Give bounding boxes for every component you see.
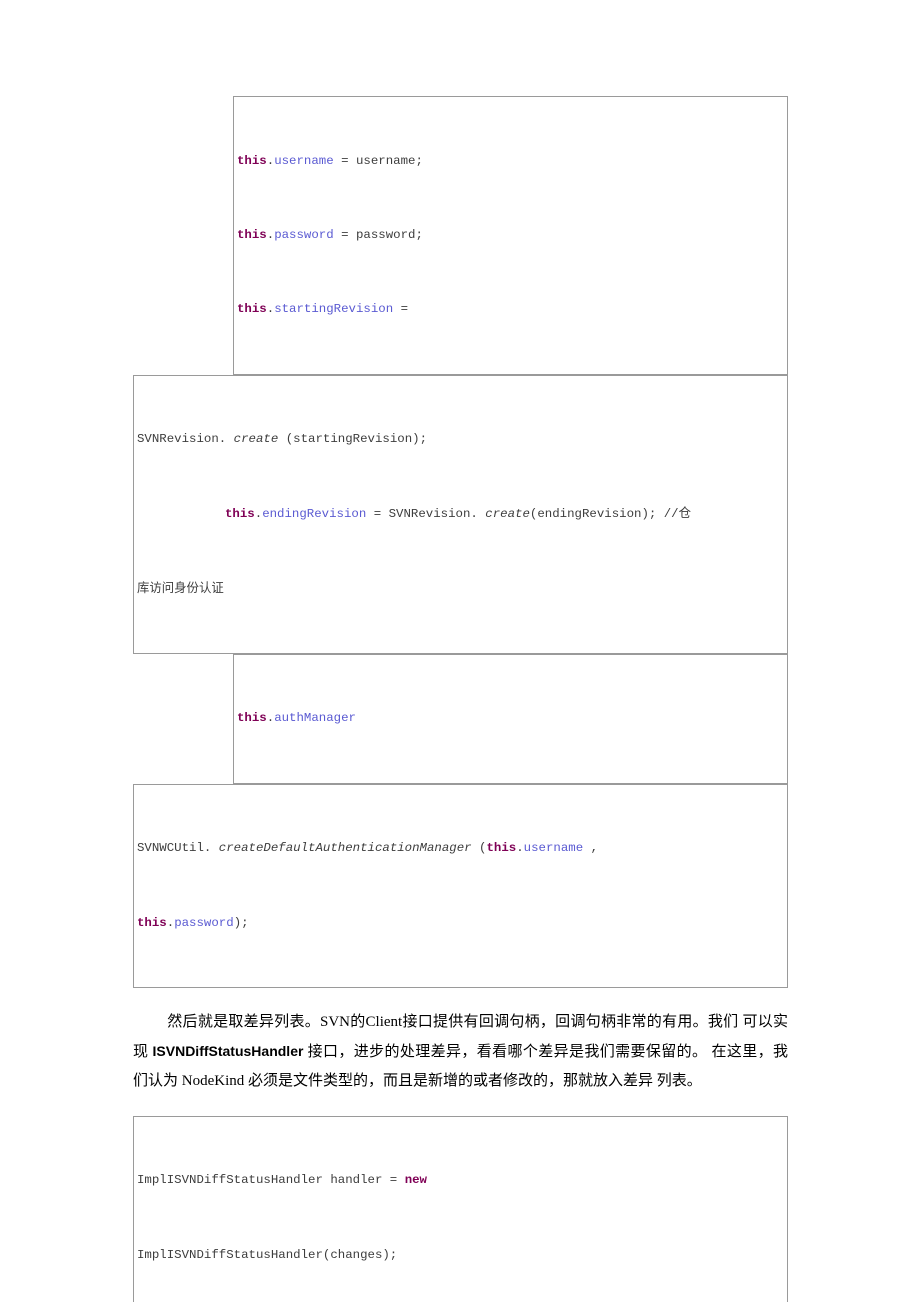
- document-content: this.username = username; this.password …: [133, 96, 788, 1302]
- code-line: SVNRevision. create (startingRevision);: [137, 427, 784, 452]
- keyword-this: this: [237, 302, 267, 317]
- code-text: );: [233, 915, 249, 930]
- code-line: ImplISVNDiffStatusHandler(changes);: [137, 1247, 398, 1262]
- method-createdefaultauthenticationmanager: createDefaultAuthenticationManager: [218, 841, 472, 856]
- code-line: this.password);: [137, 911, 784, 936]
- code-text: =: [393, 302, 409, 317]
- code-text: SVNWCUtil.: [137, 841, 219, 856]
- method-create: create: [485, 506, 530, 521]
- keyword-new: new: [404, 1173, 427, 1188]
- code-text: (startingRevision);: [278, 432, 428, 447]
- keyword-this: this: [137, 915, 167, 930]
- code-line: SVNWCUtil. createDefaultAuthenticationMa…: [137, 836, 784, 861]
- code-line: this.authManager: [237, 706, 784, 731]
- code-block-auth-manager-factory: SVNWCUtil. createDefaultAuthenticationMa…: [133, 783, 788, 988]
- code-comment-chinese: 库访问身份认证: [137, 581, 224, 596]
- identifier-username: username: [523, 841, 584, 856]
- code-text: (endingRevision); //仓: [529, 506, 692, 521]
- code-line: this.startingRevision =: [237, 297, 784, 322]
- inline-bold-isvndiffstatushandler: ISVNDiffStatusHandler: [152, 1042, 304, 1059]
- code-line: this.endingRevision = SVNRevision. creat…: [137, 502, 784, 527]
- code-text: ImplISVNDiffStatusHandler handler =: [137, 1173, 405, 1188]
- code-block-handler-construction: ImplISVNDiffStatusHandler handler = new …: [133, 1115, 788, 1302]
- identifier-password: password: [174, 915, 234, 930]
- identifier-authmanager: authManager: [274, 711, 356, 726]
- keyword-this: this: [237, 153, 267, 168]
- method-create: create: [233, 432, 279, 447]
- code-text: = password;: [333, 227, 423, 242]
- code-text: SVNRevision.: [137, 432, 234, 447]
- document-page: this.username = username; this.password …: [0, 0, 920, 1302]
- keyword-this: this: [225, 506, 255, 521]
- identifier-username: username: [274, 153, 334, 168]
- code-text: = username;: [333, 153, 423, 168]
- paragraph-diff-list-intro: 然后就是取差异列表。SVN的Client接口提供有回调句柄，回调句柄非常的有用。…: [133, 1008, 788, 1096]
- code-line: this.username = username;: [237, 149, 784, 174]
- code-block-authmanager: this.authManager: [233, 653, 788, 784]
- code-line: ImplISVNDiffStatusHandler handler = new: [137, 1168, 784, 1193]
- code-block-constructor-assignments: this.username = username; this.password …: [233, 96, 788, 375]
- keyword-this: this: [486, 841, 517, 856]
- identifier-startingrevision: startingRevision: [274, 302, 394, 317]
- identifier-password: password: [274, 227, 334, 242]
- punct-dot: .: [516, 841, 524, 856]
- code-text: ,: [583, 841, 599, 856]
- code-text: (: [471, 841, 487, 856]
- keyword-this: this: [237, 227, 267, 242]
- code-line: this.password = password;: [237, 223, 784, 248]
- code-block-revision-create: SVNRevision. create (startingRevision); …: [133, 374, 788, 654]
- identifier-endingrevision: endingRevision: [262, 506, 367, 521]
- code-text: = SVNRevision.: [366, 506, 486, 521]
- keyword-this: this: [237, 711, 267, 726]
